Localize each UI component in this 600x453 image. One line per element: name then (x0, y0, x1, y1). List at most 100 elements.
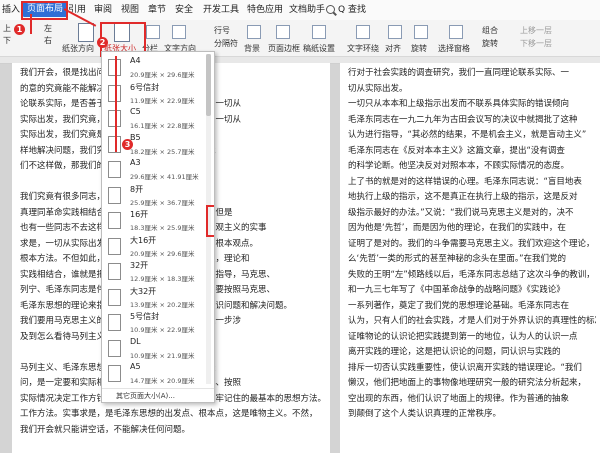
paper-size-name: 8开 (130, 184, 144, 194)
menu-sections[interactable]: 章节 (148, 3, 166, 17)
paper-size-dimensions: 18.3厘米 × 25.9厘米 (130, 224, 195, 232)
doc-text-line: 证明了是对的。我们的斗争需要马克思主义。我们欢迎这个理论， (348, 238, 595, 249)
menu-developer[interactable]: 开发工具 (203, 3, 239, 17)
doc-text-line: 懒汉，他们把地面上的事物像地理研究一般的研究法分析起来， (348, 378, 587, 388)
paper-size-dimensions: 20.9厘米 × 29.6厘米 (130, 249, 195, 258)
other-page-sizes-button[interactable]: 其它页面大小(A)... (102, 388, 214, 402)
page-icon (108, 263, 121, 280)
draft-paper-button[interactable]: 稿纸设置 (303, 43, 335, 54)
page-icon (108, 186, 121, 204)
doc-text-line: 级指示最好的办法。”又说：“我们说马克思主义是对的，决不 (348, 207, 574, 218)
page-border-button[interactable]: 页面边框 (268, 43, 300, 54)
paper-size-name: 大32开 (130, 286, 157, 296)
move-down-button[interactable]: 下移一层 (520, 38, 552, 49)
doc-text-line: 离开实践的理论，这是把认识论的问题，同认识与实践的 (348, 347, 561, 357)
doc-text-line: 上了书的就是对的这样错误的心理。毛泽东同志说：“盲目地表 (348, 176, 582, 187)
page-icon (108, 288, 121, 306)
menu-view[interactable]: 视图 (121, 3, 139, 17)
doc-text-line: 我们开会就只能讲空话，不能解决任何问题。 (20, 424, 191, 435)
paper-size-name: DL (130, 336, 141, 346)
arrow-1 (30, 14, 32, 34)
doc-text-line: 的科学论断。他坚决反对对照本本，不顾实际情况的态度。 (348, 161, 570, 171)
search-icon[interactable] (326, 5, 335, 14)
columns-icon[interactable] (146, 25, 160, 39)
margin-top-label: 上 (3, 24, 11, 33)
orientation-button[interactable]: 纸张方向 (62, 43, 94, 54)
doc-text-line: 和一九三七年写了《中国革命战争的战略问题》《实践论》 (348, 285, 565, 295)
doc-text-line: 证唯物论的认识论把实践提到第一的地位，认为人的认识一点 (348, 331, 578, 342)
paper-size-name: C5 (130, 107, 141, 116)
doc-text-line: 行对于社会实践的调查研究，我们一直同理论联系实际、一 (348, 68, 570, 78)
align-button[interactable]: 对齐 (385, 43, 401, 54)
paper-size-name: A3 (130, 158, 141, 167)
dropdown-scroll-thumb[interactable] (206, 54, 211, 116)
doc-text-line: 空出现的东西，他们认识了地面上的规律。作为普通的抽象 (348, 393, 570, 404)
margin-bottom-label: 下 (3, 36, 11, 45)
selection-pane-button[interactable]: 选择窗格 (438, 43, 470, 54)
text-wrap-icon[interactable] (356, 25, 370, 39)
menu-features[interactable]: 特色应用 (247, 3, 283, 17)
paper-size-dimensions: 10.9厘米 × 22.9厘米 (130, 326, 195, 334)
doc-text-line: 切从实际出发。 (348, 83, 408, 94)
doc-text-line: 认为进行指导，“其必然的结果，不是机会主义，就是盲动主义” (348, 130, 587, 140)
paper-size-name: A5 (130, 362, 141, 371)
combine-button[interactable]: 组合 (482, 25, 498, 36)
separator-button[interactable]: 分隔符 (214, 38, 238, 49)
menu-doc-assistant[interactable]: 文档助手 (289, 3, 325, 17)
highlight-page-layout (21, 1, 68, 20)
background-icon[interactable] (247, 25, 261, 39)
ribbon: 上 下 左 右 纸张方向 纸张大小 分栏 文字方向 行号 分隔符 背景 页面边框… (0, 20, 600, 57)
margin-right-label: 右 (44, 36, 52, 45)
doc-text-line: 地执行上级的指示，这不是真正在执行上级的指示，这是反对 (348, 192, 578, 202)
step-badge-3: 3 (122, 139, 133, 150)
document-page-right[interactable]: 行对于社会实践的调查研究，我们一直同理论联系实际、一 切从实际出发。一切只从本本和… (340, 63, 600, 453)
doc-text-line: 排斥一切否认实践重要性，使认识离开实践的错误理论。“我们 (348, 362, 582, 373)
selection-pane-icon[interactable] (449, 25, 463, 39)
orientation-icon[interactable] (78, 23, 94, 42)
move-up-button[interactable]: 上移一层 (520, 25, 552, 36)
doc-text-line: 毛泽东同志在一九二九年为古田会议写的决议中就揭批了这种 (348, 114, 578, 125)
paper-size-dimensions: 14.7厘米 × 20.9厘米 (130, 377, 195, 385)
page-icon (108, 314, 121, 331)
text-wrap-button[interactable]: 文字环绕 (347, 43, 379, 54)
paper-size-name: 16开 (130, 210, 149, 219)
doc-text-line: 毛泽东同志在《反对本本主义》这篇文章，提出“没有调查 (348, 145, 565, 156)
menu-insert[interactable]: 插入 (2, 3, 20, 17)
page-icon (108, 212, 121, 229)
paper-size-dimensions: 11.9厘米 × 22.9厘米 (130, 96, 195, 105)
line-numbers-button[interactable]: 行号 (214, 25, 230, 36)
paper-size-name: A4 (130, 56, 141, 65)
text-direction-icon[interactable] (172, 25, 186, 39)
paper-size-dropdown: A4 20.9厘米 × 29.6厘米 6号信封 11.9厘米 × 22.9厘米 C5 16… (101, 51, 215, 403)
paper-size-dimensions: 29.6厘米 × 41.91厘米 (130, 173, 199, 181)
paper-size-name: 5号信封 (130, 312, 160, 321)
page-icon (108, 237, 121, 255)
paper-size-dimensions: 18.2厘米 × 25.7厘米 (130, 147, 195, 156)
margin-left-label: 左 (44, 24, 52, 33)
menu-security[interactable]: 安全 (175, 3, 193, 17)
page-border-icon[interactable] (276, 25, 290, 39)
paper-size-dimensions: 16.1厘米 × 22.8厘米 (130, 122, 195, 130)
draft-paper-icon[interactable] (312, 25, 326, 39)
page-icon (108, 161, 121, 178)
menu-find[interactable]: Q 查找 (338, 3, 366, 17)
paper-size-name: 32开 (130, 261, 149, 270)
doc-text-line: 一切只从本本和上级指示出发而不联系具体实际的错误倾向 (348, 99, 570, 109)
paper-size-dimensions: 12.9厘米 × 18.3厘米 (130, 275, 195, 283)
paper-size-name: 6号信封 (130, 82, 160, 92)
doc-text-line: 因为他是‘先哲’，而是因为他的理论，在我们的实践中，在 (348, 223, 566, 233)
doc-text-line: 失败的王明“左”倾路线以后，毛泽东同志总结了这次斗争的教训， (348, 269, 595, 280)
paper-size-name: 大16开 (130, 235, 157, 245)
step-badge-1: 1 (14, 24, 25, 35)
page-icon (108, 339, 121, 357)
rotate-button[interactable]: 旋转 (411, 43, 427, 54)
menu-bar: 插入 页面布局 引用 审阅 视图 章节 安全 开发工具 特色应用 文档助手 Q … (0, 0, 600, 21)
menu-review[interactable]: 审阅 (94, 3, 112, 17)
doc-text-line: 一系列著作，奠定了我们党的思想理论基础。毛泽东同志在 (348, 300, 570, 311)
rotate-icon[interactable] (414, 25, 428, 39)
rotate-small-button[interactable]: 旋转 (482, 38, 498, 49)
background-button[interactable]: 背景 (244, 43, 260, 54)
align-icon[interactable] (388, 25, 402, 39)
paper-size-dimensions: 20.9厘米 × 29.6厘米 (130, 71, 195, 79)
paper-size-dimensions: 25.9厘米 × 36.7厘米 (130, 198, 195, 207)
